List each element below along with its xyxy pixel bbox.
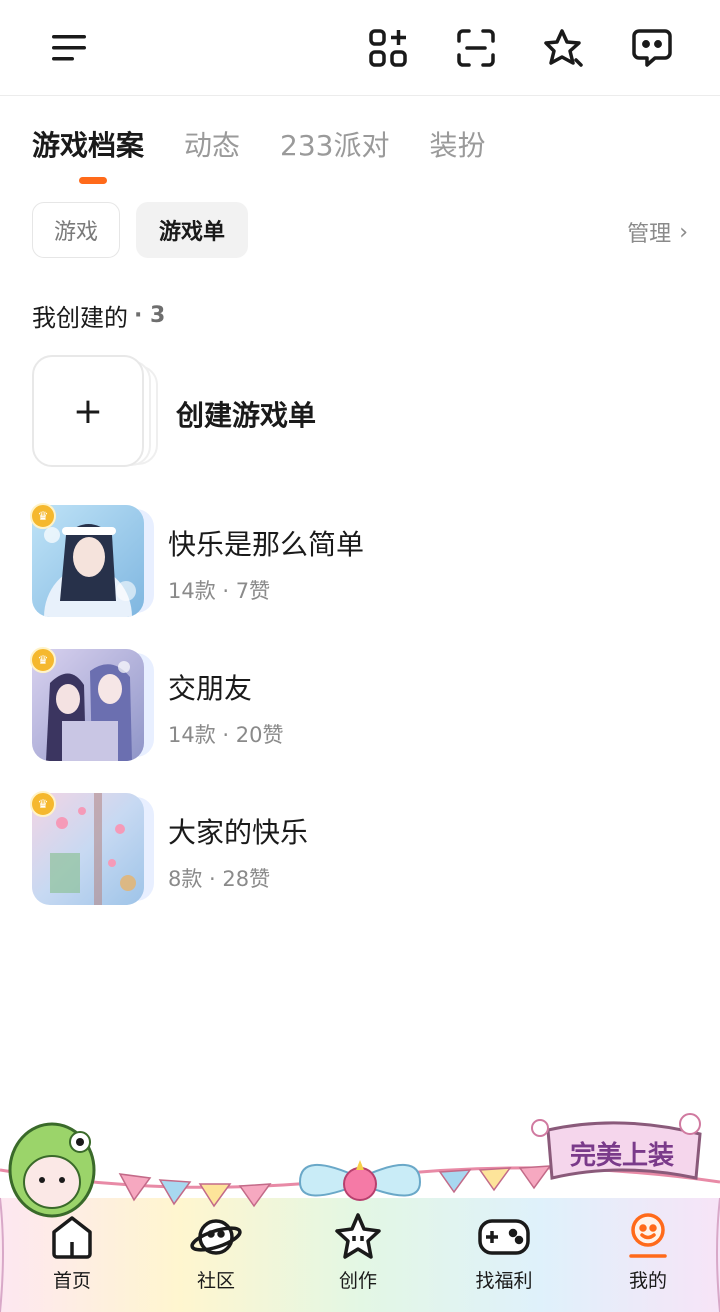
star-create-icon bbox=[330, 1212, 386, 1262]
filter-game-list-button[interactable]: 游戏单 bbox=[136, 202, 248, 258]
tab-dress-up[interactable]: 装扮 bbox=[429, 124, 485, 164]
planet-icon bbox=[188, 1212, 244, 1262]
apps-add-icon[interactable] bbox=[360, 20, 416, 76]
nav-label: 首页 bbox=[52, 1270, 91, 1292]
plus-icon: + bbox=[32, 355, 144, 467]
game-list-meta: 14款 · 7赞 bbox=[168, 579, 271, 603]
section-count: · 3 bbox=[134, 303, 166, 328]
nav-home[interactable]: 首页 bbox=[12, 1200, 132, 1312]
gamepad-icon bbox=[476, 1212, 532, 1262]
banner-sign: 完美上装 bbox=[531, 1113, 702, 1180]
game-list-cover: ♛ bbox=[30, 647, 156, 761]
nav-label: 创作 bbox=[338, 1270, 377, 1292]
manage-label: 管理 bbox=[627, 222, 672, 247]
nav-create[interactable]: 创作 bbox=[298, 1200, 418, 1312]
tab-game-archive[interactable]: 游戏档案 bbox=[32, 124, 144, 164]
game-list-title: 快乐是那么简单 bbox=[168, 528, 365, 561]
nav-benefits[interactable]: 找福利 bbox=[444, 1200, 564, 1312]
bottom-navigation: 首页 社区 创作 找福利 我的 bbox=[0, 1200, 720, 1312]
game-list-item[interactable]: ♛ 大家的快乐 8款 · 28赞 bbox=[30, 791, 692, 905]
game-list-title: 交朋友 bbox=[168, 672, 253, 705]
star-sparkle-icon[interactable] bbox=[536, 20, 592, 76]
scan-icon[interactable] bbox=[448, 20, 504, 76]
profile-icon bbox=[620, 1212, 676, 1262]
game-list-meta: 14款 · 20赞 bbox=[168, 723, 284, 747]
create-game-list-button[interactable]: + bbox=[32, 355, 158, 467]
crown-badge-icon: ♛ bbox=[30, 503, 56, 529]
top-bar bbox=[0, 0, 720, 96]
crown-badge-icon: ♛ bbox=[30, 791, 56, 817]
nav-community[interactable]: 社区 bbox=[156, 1200, 276, 1312]
active-tab-indicator bbox=[79, 177, 107, 184]
tab-moments[interactable]: 动态 bbox=[184, 124, 240, 164]
nav-profile[interactable]: 我的 bbox=[588, 1200, 708, 1312]
nav-label: 我的 bbox=[628, 1270, 667, 1292]
crown-badge-icon: ♛ bbox=[30, 647, 56, 673]
section-title: 我创建的 bbox=[32, 304, 128, 332]
game-list-item[interactable]: ♛ 交朋友 14款 · 20赞 bbox=[30, 647, 692, 761]
game-list-cover: ♛ bbox=[30, 503, 156, 617]
game-list-item[interactable]: ♛ 快乐是那么简单 14款 · 7赞 bbox=[30, 503, 692, 617]
message-icon[interactable] bbox=[624, 20, 680, 76]
game-list-cover: ♛ bbox=[30, 791, 156, 905]
game-list-meta: 8款 · 28赞 bbox=[168, 867, 271, 891]
filter-game-button[interactable]: 游戏 bbox=[32, 202, 120, 258]
bow-heart-icon bbox=[298, 1160, 422, 1201]
section-header: 我创建的 · 3 bbox=[32, 298, 165, 333]
chevron-right-icon: › bbox=[679, 219, 688, 245]
svg-text:完美上装: 完美上装 bbox=[570, 1140, 674, 1171]
menu-icon[interactable] bbox=[42, 20, 98, 76]
game-list-title: 大家的快乐 bbox=[168, 816, 309, 849]
home-icon bbox=[44, 1212, 100, 1262]
create-game-list-label[interactable]: 创建游戏单 bbox=[176, 394, 316, 434]
nav-label: 找福利 bbox=[475, 1270, 533, 1292]
profile-tabs: 游戏档案 动态 233派对 装扮 bbox=[32, 116, 526, 172]
tab-233-party[interactable]: 233派对 bbox=[280, 124, 389, 164]
manage-button[interactable]: 管理 › bbox=[627, 216, 688, 248]
nav-label: 社区 bbox=[196, 1270, 235, 1292]
